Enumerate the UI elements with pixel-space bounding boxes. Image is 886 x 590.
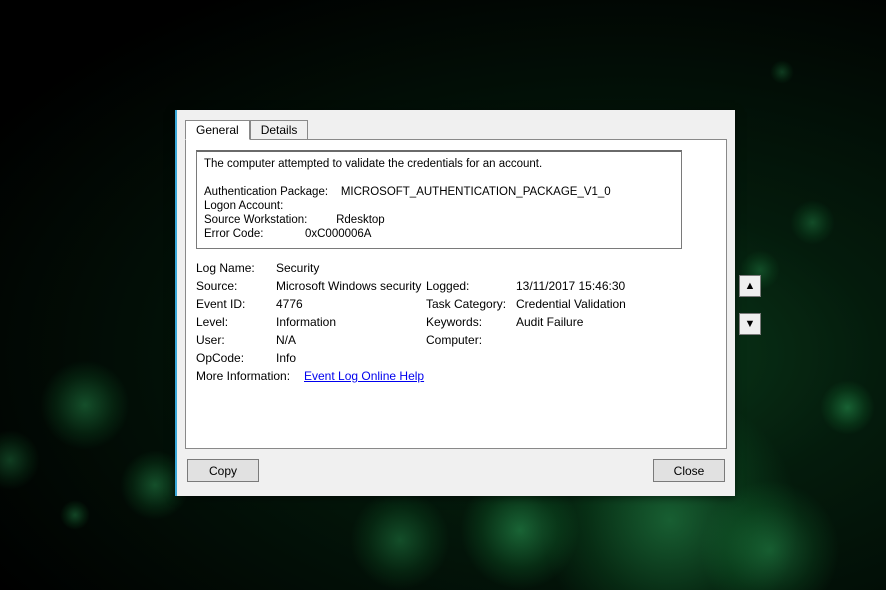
source-value: Microsoft Windows security (276, 279, 426, 293)
event-fields: Log Name: Security Source: Microsoft Win… (196, 261, 682, 383)
tab-general[interactable]: General (185, 120, 250, 140)
level-label: Level: (196, 315, 276, 329)
event-log-online-help-link[interactable]: Event Log Online Help (304, 369, 424, 383)
desc-line1: The computer attempted to validate the c… (204, 158, 542, 170)
err-value: 0xC000006A (305, 228, 372, 240)
event-id-label: Event ID: (196, 297, 276, 311)
tab-strip: General Details (185, 118, 727, 139)
dialog-footer: Copy Close (177, 449, 735, 490)
src-ws-value: Rdesktop (336, 214, 385, 226)
opcode-value: Info (276, 351, 426, 365)
logged-value: 13/11/2017 15:46:30 (516, 279, 682, 293)
level-value: Information (276, 315, 426, 329)
user-label: User: (196, 333, 276, 347)
computer-label: Computer: (426, 333, 516, 347)
arrow-up-icon: ▲ (745, 280, 756, 292)
previous-event-button[interactable]: ▲ (739, 275, 761, 297)
logon-acct-label: Logon Account: (204, 200, 283, 212)
opcode-label: OpCode: (196, 351, 276, 365)
logged-label: Logged: (426, 279, 516, 293)
log-name-label: Log Name: (196, 261, 276, 275)
event-properties-dialog: General Details The computer attempted t… (175, 110, 735, 496)
err-label: Error Code: (204, 228, 263, 240)
event-description-box: The computer attempted to validate the c… (196, 150, 682, 249)
tab-details[interactable]: Details (250, 120, 309, 139)
user-value: N/A (276, 333, 426, 347)
log-name-value: Security (276, 261, 426, 275)
keywords-value: Audit Failure (516, 315, 682, 329)
auth-pkg-value: MICROSOFT_AUTHENTICATION_PACKAGE_V1_0 (341, 186, 611, 198)
task-category-label: Task Category: (426, 297, 516, 311)
close-button[interactable]: Close (653, 459, 725, 482)
more-info-label: More Information: (196, 369, 304, 383)
computer-value (516, 333, 682, 347)
task-category-value: Credential Validation (516, 297, 682, 311)
source-label: Source: (196, 279, 276, 293)
keywords-label: Keywords: (426, 315, 516, 329)
next-event-button[interactable]: ▼ (739, 313, 761, 335)
src-ws-label: Source Workstation: (204, 214, 307, 226)
auth-pkg-label: Authentication Package: (204, 186, 328, 198)
event-id-value: 4776 (276, 297, 426, 311)
arrow-down-icon: ▼ (745, 318, 756, 330)
tab-panel-general: The computer attempted to validate the c… (185, 139, 727, 449)
copy-button[interactable]: Copy (187, 459, 259, 482)
